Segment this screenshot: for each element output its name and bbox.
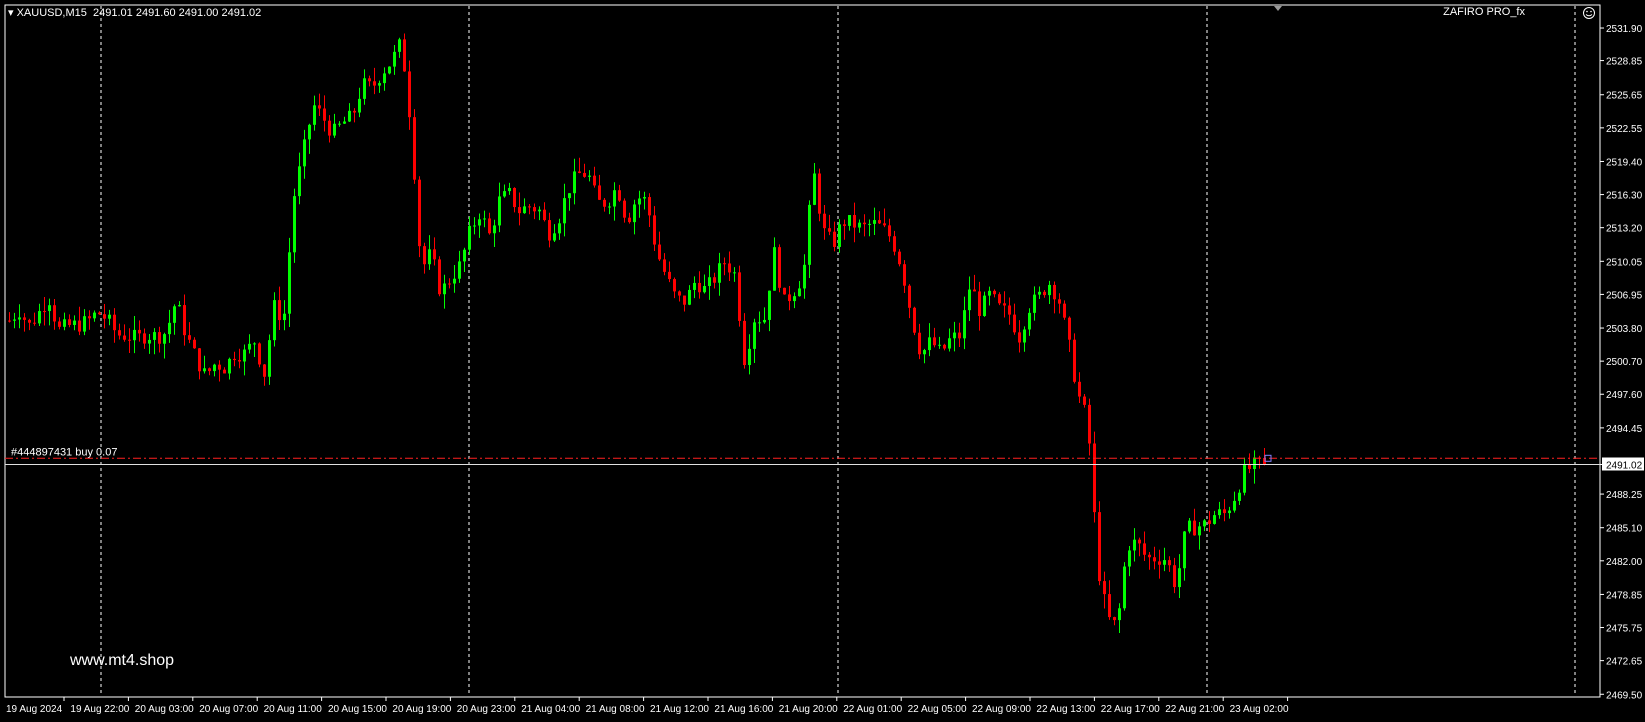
current-price-tag-label: 2491.02 [1606,460,1643,471]
time-axis-label: 22 Aug 21:00 [1165,704,1224,715]
candle [273,292,276,347]
price-axis-label: 2500.70 [1606,357,1643,368]
price-axis-label: 2531.90 [1606,24,1643,35]
candle [258,342,261,368]
time-axis-label: 21 Aug 04:00 [521,704,580,715]
time-axis-label: 22 Aug 09:00 [972,704,1031,715]
time-axis-label: 20 Aug 23:00 [457,704,516,715]
candle [438,256,441,297]
time-axis-label: 22 Aug 01:00 [843,704,902,715]
price-axis: 2531.90 2528.85 2525.65 2522.55 2519.40 2516.… [1600,24,1643,701]
time-axis-label: 22 Aug 17:00 [1101,704,1160,715]
candle [898,249,901,267]
price-axis-label: 2472.65 [1606,657,1643,668]
time-axis-label: 19 Aug 2024 [6,704,63,715]
price-axis-label: 2510.05 [1606,257,1643,268]
watermark: www.mt4.shop [70,652,175,669]
price-axis-label: 2469.50 [1606,690,1643,701]
price-axis-label: 2513.20 [1606,224,1643,235]
time-axis-label: 20 Aug 15:00 [328,704,387,715]
price-axis-label: 2525.65 [1606,91,1643,102]
symbol-header: ▾ XAUUSD,M15 2491.01 2491.60 2491.00 249… [8,6,261,19]
candle [1123,562,1126,611]
price-axis-label: 2485.10 [1606,524,1643,535]
symbol-name: XAUUSD,M15 [16,7,87,19]
time-axis-label: 20 Aug 07:00 [199,704,258,715]
candle [738,265,741,327]
time-axis-label: 23 Aug 02:00 [1230,704,1289,715]
candle [743,313,746,369]
candle [1098,501,1101,586]
time-axis-label: 21 Aug 16:00 [714,704,773,715]
price-chart[interactable]: #444897431 buy 0.07 2531.90 2528.85 2525.6… [0,0,1645,722]
price-axis-label: 2522.55 [1606,124,1643,135]
candle [778,244,781,293]
price-axis-label: 2503.80 [1606,324,1643,335]
candle [418,176,421,258]
time-axis-label: 20 Aug 19:00 [392,704,451,715]
time-axis-label: 19 Aug 22:00 [70,704,129,715]
candle [913,306,916,336]
candle [413,109,416,184]
chart-window[interactable]: #444897431 buy 0.07 2531.90 2528.85 2525.6… [0,0,1645,722]
ohlc-values: 2491.01 2491.60 2491.00 2491.02 [93,7,262,19]
candle [783,287,786,295]
price-axis-label: 2516.30 [1606,191,1643,202]
price-axis-label: 2528.85 [1606,57,1643,68]
price-axis-label: 2482.00 [1606,557,1643,568]
chart-background [0,0,1645,722]
price-axis-label: 2475.75 [1606,624,1643,635]
order-label[interactable]: #444897431 buy 0.07 [11,446,117,458]
menu-triangle-icon[interactable]: ▾ [8,7,14,19]
price-axis-label: 2519.40 [1606,157,1643,168]
candle [818,168,821,222]
candle [293,188,296,263]
price-axis-label: 2478.85 [1606,590,1643,601]
price-axis-label: 2488.25 [1606,490,1643,501]
time-axis-label: 21 Aug 20:00 [779,704,838,715]
candle [388,66,391,75]
time-axis-label: 22 Aug 05:00 [908,704,967,715]
indicator-name: ZAFIRO PRO_fx [1443,6,1525,18]
time-axis-label: 21 Aug 12:00 [650,704,709,715]
time-axis-label: 22 Aug 13:00 [1036,704,1095,715]
candle [1093,431,1096,523]
price-axis-label: 2497.60 [1606,390,1643,401]
time-axis-label: 21 Aug 08:00 [586,704,645,715]
time-axis-label: 20 Aug 11:00 [264,704,323,715]
time-axis-label: 20 Aug 03:00 [135,704,194,715]
candle [1073,333,1076,384]
price-axis-label: 2494.45 [1606,424,1643,435]
price-axis-label: 2506.95 [1606,290,1643,301]
